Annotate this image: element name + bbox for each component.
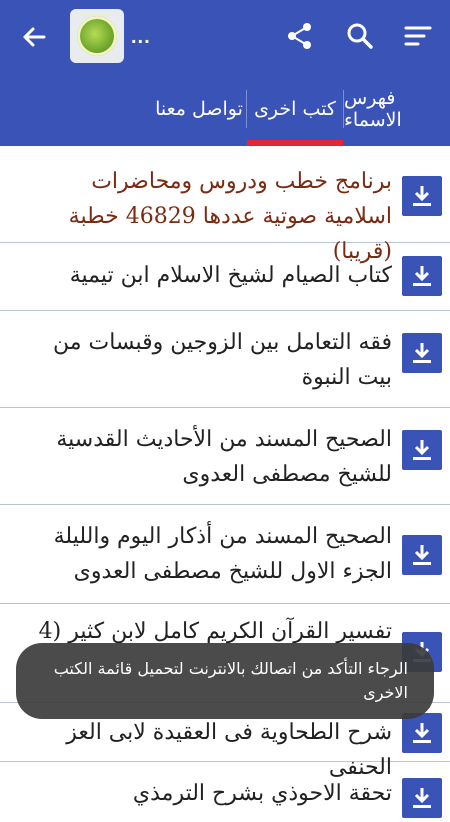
download-button[interactable] — [402, 713, 442, 753]
tab-other-books[interactable]: كتب اخرى — [247, 72, 343, 146]
search-icon[interactable] — [344, 20, 376, 52]
download-button[interactable] — [402, 535, 442, 575]
tab-names-index[interactable]: فهرس الاسماء — [344, 72, 450, 146]
download-button[interactable] — [402, 430, 442, 470]
toast-message: الرجاء التأكد من اتصالك بالانترنت لتحميل… — [16, 643, 434, 719]
download-icon — [413, 266, 431, 286]
download-button[interactable] — [402, 778, 442, 818]
tab-label: فهرس الاسماء — [344, 87, 402, 131]
book-title: كتاب الصيام لشيخ الاسلام ابن تيمية — [69, 263, 392, 288]
list-item[interactable]: كتاب الصيام لشيخ الاسلام ابن تيمية — [0, 243, 450, 311]
download-button[interactable] — [402, 256, 442, 296]
download-icon — [413, 186, 431, 206]
list-item[interactable]: الصحيح المسند من أذكار اليوم والليلة الج… — [0, 505, 450, 604]
logo-emblem — [77, 16, 117, 56]
download-icon — [413, 788, 431, 808]
download-button[interactable] — [402, 176, 442, 216]
tab-label: كتب اخرى — [254, 98, 336, 120]
list-item[interactable]: تحقة الاحوذي بشرح الترمذي — [0, 762, 450, 822]
tab-bar: فهرس الاسماء كتب اخرى تواصل معنا — [0, 72, 450, 146]
app-bar: ... — [0, 0, 450, 72]
book-title: تحقة الاحوذي بشرح الترمذي — [132, 781, 392, 806]
list-item[interactable]: برنامج خطب ودروس ومحاضرات اسلامية صوتية … — [0, 146, 450, 264]
book-title: الصحيح المسند من أذكار اليوم والليلة الج… — [53, 524, 392, 584]
app-logo — [70, 9, 124, 63]
list-item[interactable]: فقه التعامل بين الزوجين وقبسات من بيت ال… — [0, 311, 450, 408]
download-icon — [413, 343, 431, 363]
tab-contact-us[interactable]: تواصل معنا — [152, 72, 246, 146]
sort-menu-icon[interactable] — [402, 20, 434, 52]
book-title: فقه التعامل بين الزوجين وقبسات من بيت ال… — [52, 330, 392, 390]
books-list: برنامج خطب ودروس ومحاضرات اسلامية صوتية … — [0, 146, 450, 822]
tab-label: تواصل معنا — [155, 98, 243, 120]
book-title: الصحيح المسند من الأحاديث القدسية للشيخ … — [56, 427, 392, 487]
back-arrow-icon[interactable] — [18, 21, 50, 53]
download-icon — [413, 723, 431, 743]
share-icon[interactable] — [284, 20, 316, 52]
app-title: ... — [131, 26, 151, 48]
download-button[interactable] — [402, 333, 442, 373]
download-icon — [413, 545, 431, 565]
download-icon — [413, 440, 431, 460]
list-item[interactable]: الصحيح المسند من الأحاديث القدسية للشيخ … — [0, 408, 450, 505]
